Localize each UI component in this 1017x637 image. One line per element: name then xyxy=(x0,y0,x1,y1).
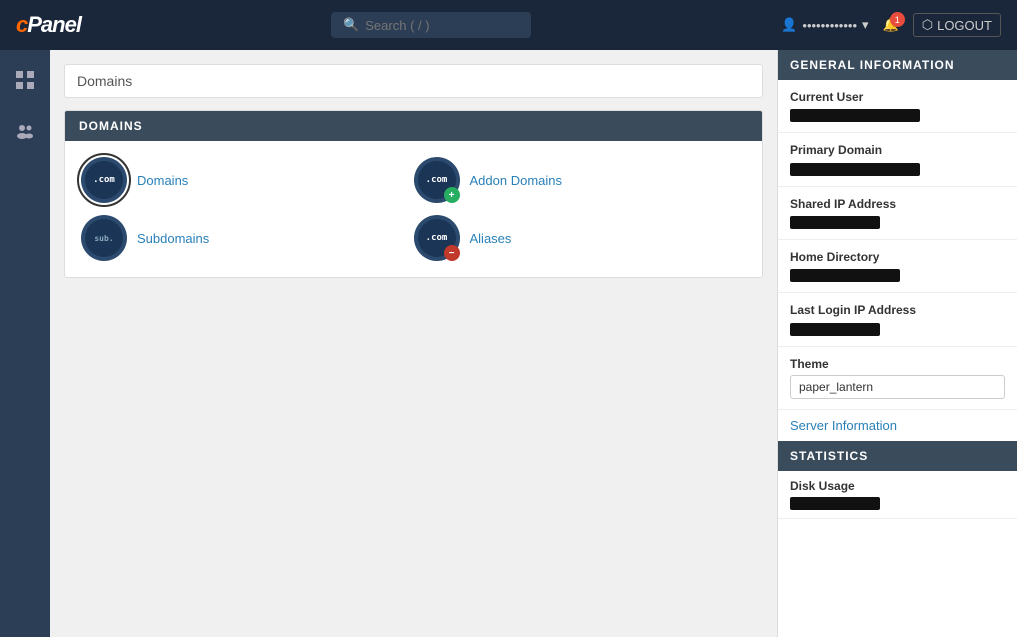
home-directory-value xyxy=(790,268,1005,282)
user-icon: 👤 xyxy=(781,17,797,33)
list-item[interactable]: .com − Aliases xyxy=(414,215,747,261)
search-icon: 🔍 xyxy=(343,17,359,33)
navbar-search-container: 🔍 xyxy=(93,12,769,38)
sidebar-item-grid[interactable] xyxy=(7,62,43,98)
primary-domain-value xyxy=(790,161,1005,175)
user-name: •••••••••••• xyxy=(802,18,857,33)
domains-search-input[interactable] xyxy=(64,64,763,98)
domains-panel-header: DOMAINS xyxy=(65,111,762,141)
notifications-bell[interactable]: 🔔 1 xyxy=(883,17,899,33)
search-box[interactable]: 🔍 xyxy=(331,12,531,38)
disk-usage-value xyxy=(790,496,1005,510)
list-item[interactable]: sub. Subdomains xyxy=(81,215,414,261)
logout-icon: ⬡ xyxy=(922,17,933,33)
shared-ip-value xyxy=(790,215,1005,229)
subdomains-link[interactable]: Subdomains xyxy=(137,231,209,246)
disk-usage-section: Disk Usage xyxy=(778,471,1017,519)
navbar: cPanel 🔍 👤 •••••••••••• ▾ 🔔 1 ⬡ LOGOUT xyxy=(0,0,1017,50)
aliases-icon-wrap: .com − xyxy=(414,215,460,261)
last-login-section: Last Login IP Address xyxy=(778,293,1017,346)
brand-logo: cPanel xyxy=(16,12,81,38)
current-user-label: Current User xyxy=(790,90,1005,104)
primary-domain-redacted xyxy=(790,163,920,176)
aliases-link[interactable]: Aliases xyxy=(470,231,512,246)
sidebar-item-users[interactable] xyxy=(7,114,43,150)
addon-domains-icon-wrap: .com + xyxy=(414,157,460,203)
bell-badge: 1 xyxy=(890,12,905,27)
search-input[interactable] xyxy=(365,18,515,33)
subdomains-icon-wrap: sub. xyxy=(81,215,127,261)
logout-label: LOGOUT xyxy=(937,18,992,33)
chevron-down-icon: ▾ xyxy=(862,17,869,33)
primary-domain-label: Primary Domain xyxy=(790,143,1005,157)
statistics-header: STATISTICS xyxy=(778,441,1017,471)
left-sidebar xyxy=(0,50,50,637)
addon-domains-link[interactable]: Addon Domains xyxy=(470,173,563,188)
last-login-value xyxy=(790,321,1005,335)
main-layout: DOMAINS .com Domains .com + Addon Domain… xyxy=(0,50,1017,637)
primary-domain-section: Primary Domain xyxy=(778,133,1017,186)
home-directory-label: Home Directory xyxy=(790,250,1005,264)
subdomains-icon-text: sub. xyxy=(94,234,113,243)
domains-icon-wrap: .com xyxy=(81,157,127,203)
addon-domains-badge: + xyxy=(444,187,460,203)
disk-usage-label: Disk Usage xyxy=(790,479,1005,493)
last-login-label: Last Login IP Address xyxy=(790,303,1005,317)
list-item[interactable]: .com + Addon Domains xyxy=(414,157,747,203)
shared-ip-redacted xyxy=(790,216,880,229)
home-directory-section: Home Directory xyxy=(778,240,1017,293)
logout-button[interactable]: ⬡ LOGOUT xyxy=(913,13,1001,37)
last-login-redacted xyxy=(790,323,880,336)
domains-icon-text: .com xyxy=(85,161,123,199)
domains-link[interactable]: Domains xyxy=(137,173,188,188)
domains-panel: DOMAINS .com Domains .com + Addon Domain… xyxy=(64,110,763,278)
server-information-link[interactable]: Server Information xyxy=(778,410,1017,441)
shared-ip-section: Shared IP Address xyxy=(778,187,1017,240)
navbar-right: 👤 •••••••••••• ▾ 🔔 1 ⬡ LOGOUT xyxy=(781,13,1001,37)
current-user-value xyxy=(790,108,1005,122)
theme-label: Theme xyxy=(790,357,1005,371)
users-icon xyxy=(15,122,35,142)
current-user-section: Current User xyxy=(778,80,1017,133)
disk-usage-redacted xyxy=(790,497,880,510)
domains-panel-body: .com Domains .com + Addon Domains xyxy=(65,141,762,277)
user-menu[interactable]: 👤 •••••••••••• ▾ xyxy=(781,17,868,33)
theme-section: Theme xyxy=(778,347,1017,410)
general-info-header: GENERAL INFORMATION xyxy=(778,50,1017,80)
right-panel: GENERAL INFORMATION Current User Primary… xyxy=(777,50,1017,637)
theme-input[interactable] xyxy=(790,375,1005,399)
current-user-redacted xyxy=(790,109,920,122)
list-item[interactable]: .com Domains xyxy=(81,157,414,203)
grid-icon xyxy=(15,70,35,90)
shared-ip-label: Shared IP Address xyxy=(790,197,1005,211)
home-directory-redacted xyxy=(790,269,900,282)
aliases-badge: − xyxy=(444,245,460,261)
main-content: DOMAINS .com Domains .com + Addon Domain… xyxy=(50,50,777,637)
